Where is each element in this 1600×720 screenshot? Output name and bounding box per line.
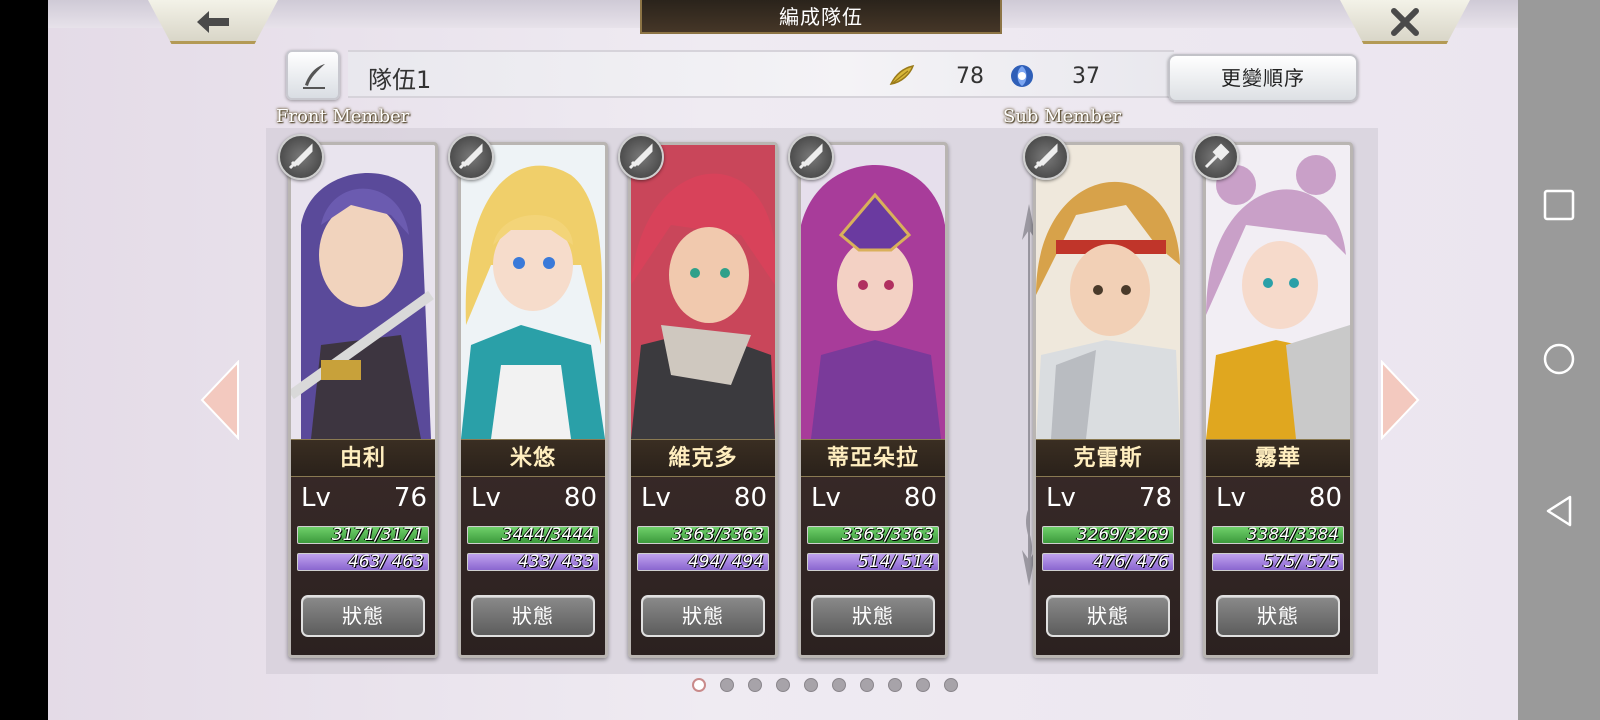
member-name: 由利 — [291, 439, 435, 477]
member-name: 克雷斯 — [1036, 439, 1180, 477]
member-name: 米悠 — [461, 439, 605, 477]
page-dot[interactable] — [692, 678, 706, 692]
member-portrait-5 — [1036, 145, 1180, 439]
game-screen: 編成隊伍 隊伍1 78 37 更變順序 Front Member Sub Mem… — [48, 0, 1518, 720]
member-card-2[interactable]: 米悠 Lv 80 3444/3444 433/ 433 狀態 — [458, 142, 608, 658]
hammer-icon — [1193, 134, 1239, 180]
next-page-arrow-icon[interactable] — [1378, 360, 1422, 440]
member-card-1[interactable]: 由利 Lv 76 3171/3171 463/ 463 狀態 — [288, 142, 438, 658]
member-level: Lv 76 — [301, 483, 427, 513]
mp-bar: 514/ 514 — [807, 553, 939, 571]
sub-member-label: Sub Member — [1003, 106, 1122, 127]
mp-bar: 433/ 433 — [467, 553, 599, 571]
recents-button[interactable] — [1542, 188, 1576, 222]
page-dot[interactable] — [832, 678, 846, 692]
status-button[interactable]: 狀態 — [1216, 595, 1340, 637]
close-button[interactable] — [1340, 0, 1470, 44]
back-nav-button[interactable] — [1542, 494, 1576, 528]
quill-icon — [303, 64, 325, 89]
member-card-6[interactable]: 霧華 Lv 80 3384/3384 575/ 575 狀態 — [1203, 142, 1353, 658]
mp-bar: 494/ 494 — [637, 553, 769, 571]
page-indicator — [48, 678, 1518, 694]
status-button[interactable]: 狀態 — [811, 595, 935, 637]
orb-count: 37 — [1072, 64, 1100, 89]
hp-bar: 3384/3384 — [1212, 526, 1344, 544]
sword-icon — [278, 134, 324, 180]
sword-icon — [618, 134, 664, 180]
edit-party-name-button[interactable] — [286, 50, 340, 100]
member-level: Lv 78 — [1046, 483, 1172, 513]
member-name: 霧華 — [1206, 439, 1350, 477]
page-dot[interactable] — [916, 678, 930, 692]
home-button[interactable] — [1542, 342, 1576, 376]
android-nav-bar — [1518, 0, 1600, 720]
member-portrait-2 — [461, 145, 605, 439]
hp-bar: 3444/3444 — [467, 526, 599, 544]
member-card-4[interactable]: 蒂亞朵拉 Lv 80 3363/3363 514/ 514 狀態 — [798, 142, 948, 658]
reorder-button[interactable]: 更變順序 — [1168, 54, 1358, 102]
square-icon — [1543, 189, 1575, 221]
member-level: Lv 80 — [1216, 483, 1342, 513]
mp-bar: 575/ 575 — [1212, 553, 1344, 571]
status-button[interactable]: 狀態 — [641, 595, 765, 637]
status-button[interactable]: 狀態 — [471, 595, 595, 637]
mp-bar: 476/ 476 — [1042, 553, 1174, 571]
page-dot[interactable] — [748, 678, 762, 692]
hp-bar: 3363/3363 — [637, 526, 769, 544]
back-arrow-icon — [197, 11, 229, 33]
member-card-3[interactable]: 維克多 Lv 80 3363/3363 494/ 494 狀態 — [628, 142, 778, 658]
prev-page-arrow-icon[interactable] — [198, 360, 242, 440]
member-level: Lv 80 — [641, 483, 767, 513]
status-button[interactable]: 狀態 — [301, 595, 425, 637]
circle-icon — [1543, 343, 1575, 375]
hp-bar: 3171/3171 — [297, 526, 429, 544]
sword-icon — [448, 134, 494, 180]
member-portrait-1 — [291, 145, 435, 439]
front-member-label: Front Member — [276, 106, 410, 127]
member-name: 維克多 — [631, 439, 775, 477]
page-title: 編成隊伍 — [640, 0, 1002, 34]
sword-icon — [1023, 134, 1069, 180]
hp-bar: 3363/3363 — [807, 526, 939, 544]
hp-bar: 3269/3269 — [1042, 526, 1174, 544]
party-info-bar: 隊伍1 78 37 — [348, 50, 1174, 98]
page-dot[interactable] — [804, 678, 818, 692]
page-dot[interactable] — [860, 678, 874, 692]
member-portrait-3 — [631, 145, 775, 439]
member-name: 蒂亞朵拉 — [801, 439, 945, 477]
member-card-5[interactable]: 克雷斯 Lv 78 3269/3269 476/ 476 狀態 — [1033, 142, 1183, 658]
party-name: 隊伍1 — [368, 66, 432, 94]
member-level: Lv 80 — [811, 483, 937, 513]
close-icon — [1391, 8, 1419, 36]
page-dot[interactable] — [888, 678, 902, 692]
sword-icon — [788, 134, 834, 180]
member-level: Lv 80 — [471, 483, 597, 513]
page-dot[interactable] — [776, 678, 790, 692]
feather-icon — [889, 64, 915, 86]
mp-bar: 463/ 463 — [297, 553, 429, 571]
page-dot[interactable] — [720, 678, 734, 692]
triangle-back-icon — [1546, 495, 1572, 527]
back-button[interactable] — [148, 0, 278, 44]
member-portrait-4 — [801, 145, 945, 439]
orb-icon — [1011, 65, 1033, 87]
feather-count: 78 — [956, 64, 984, 89]
member-portrait-6 — [1206, 145, 1350, 439]
page-dot[interactable] — [944, 678, 958, 692]
status-button[interactable]: 狀態 — [1046, 595, 1170, 637]
